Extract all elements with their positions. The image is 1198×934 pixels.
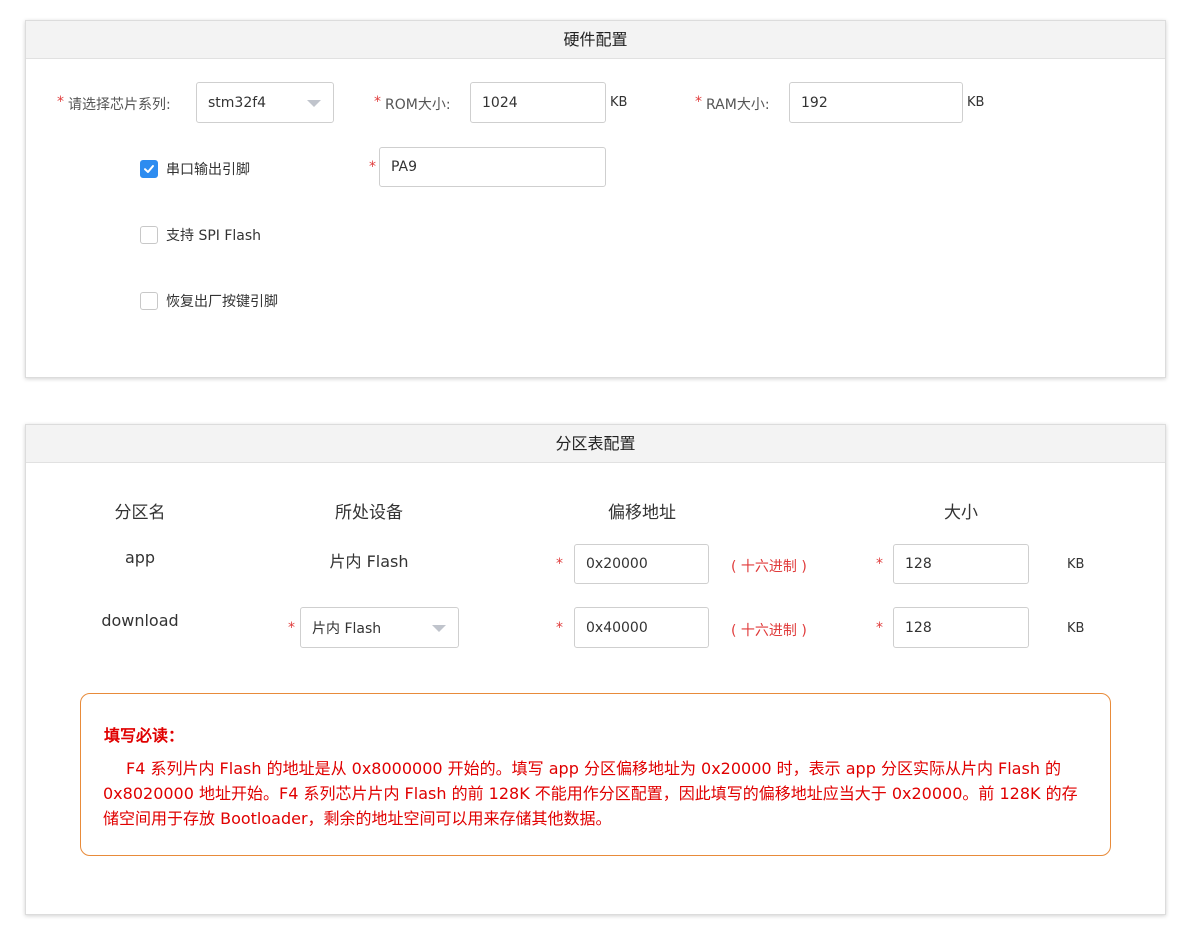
factory-reset-checkbox[interactable]	[140, 292, 158, 310]
ram-size-label: RAM大小:	[706, 97, 770, 113]
ram-size-input[interactable]: 192	[789, 82, 963, 123]
device-select-download[interactable]: 片内 Flash	[300, 607, 459, 648]
notice-body: F4 系列片内 Flash 的地址是从 0x8000000 开始的。填写 app…	[103, 759, 1078, 828]
required-mark: *	[374, 94, 381, 110]
chevron-down-icon	[432, 624, 446, 632]
hex-note-download: ( 十六进制 )	[731, 623, 807, 639]
partition-name-download: download	[101, 611, 179, 630]
required-mark: *	[556, 620, 563, 636]
required-mark: *	[876, 556, 883, 572]
required-mark: *	[369, 159, 376, 175]
device-value-download: 片内 Flash	[312, 620, 382, 637]
checkmark-icon	[144, 165, 154, 173]
partition-config-title: 分区表配置	[26, 425, 1165, 463]
serial-pin-value: PA9	[391, 159, 418, 175]
size-unit-download: KB	[1067, 621, 1085, 636]
spi-flash-checkbox[interactable]	[140, 226, 158, 244]
ram-size-value: 192	[801, 94, 828, 111]
chevron-down-icon	[307, 99, 321, 107]
col-header-size: 大小	[944, 503, 978, 523]
hex-note-app: ( 十六进制 )	[731, 559, 807, 575]
partition-config-panel: 分区表配置 分区名 所处设备 偏移地址 大小 app 片内 Flash * 0x…	[25, 424, 1166, 915]
size-value-download: 128	[905, 619, 932, 636]
size-input-app[interactable]: 128	[893, 544, 1029, 584]
offset-value-download: 0x40000	[586, 619, 648, 636]
rom-size-label: ROM大小:	[385, 97, 451, 113]
size-value-app: 128	[905, 556, 932, 572]
required-mark: *	[57, 94, 64, 110]
hardware-config-title: 硬件配置	[26, 21, 1165, 59]
serial-output-checkbox[interactable]	[140, 160, 158, 178]
required-mark: *	[695, 94, 702, 110]
rom-size-input[interactable]: 1024	[470, 82, 606, 123]
chip-series-value: stm32f4	[208, 94, 267, 111]
required-mark: *	[556, 556, 563, 572]
hardware-config-panel: 硬件配置 * 请选择芯片系列: stm32f4 * ROM大小: 1024 KB…	[25, 20, 1166, 378]
serial-pin-input[interactable]: PA9	[379, 147, 606, 187]
required-mark: *	[288, 620, 295, 636]
spi-flash-label: 支持 SPI Flash	[166, 228, 262, 244]
rom-size-value: 1024	[482, 94, 518, 111]
partition-name-app: app	[124, 548, 156, 567]
col-header-offset: 偏移地址	[608, 503, 676, 523]
notice-title: 填写必读：	[104, 726, 185, 745]
chip-series-label: 请选择芯片系列:	[68, 97, 171, 113]
col-header-device: 所处设备	[335, 503, 403, 523]
serial-output-label: 串口输出引脚	[166, 162, 250, 178]
col-header-name: 分区名	[114, 503, 166, 523]
offset-input-download[interactable]: 0x40000	[574, 607, 709, 648]
rom-unit: KB	[610, 95, 628, 110]
offset-input-app[interactable]: 0x20000	[574, 544, 709, 584]
size-input-download[interactable]: 128	[893, 607, 1029, 648]
required-mark: *	[876, 620, 883, 636]
ram-unit: KB	[967, 95, 985, 110]
factory-reset-label: 恢复出厂按键引脚	[166, 294, 278, 310]
chip-series-select[interactable]: stm32f4	[196, 82, 334, 123]
offset-value-app: 0x20000	[586, 556, 648, 572]
partition-device-app: 片内 Flash	[329, 552, 409, 571]
size-unit-app: KB	[1067, 557, 1085, 572]
notice-box: 填写必读： F4 系列片内 Flash 的地址是从 0x8000000 开始的。…	[80, 693, 1111, 856]
